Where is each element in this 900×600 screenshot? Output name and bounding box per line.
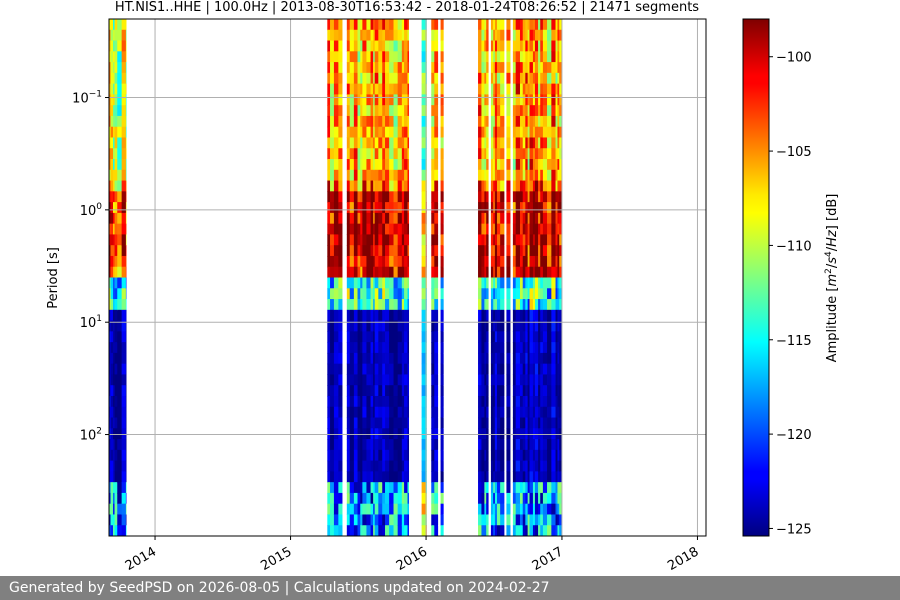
colorbar-tick-label: −105 (776, 145, 812, 160)
data-period-block (478, 19, 562, 536)
x-tick-label: 2014 (123, 544, 159, 574)
colorbar-tick-label: −115 (776, 334, 812, 349)
colorbar-tick-label: −100 (776, 51, 812, 66)
data-period-block (431, 19, 446, 536)
chart-title: HT.NIS1..HHE | 100.0Hz | 2013-08-30T16:5… (115, 0, 699, 15)
footer-bar: Generated by SeedPSD on 2026-08-05 | Cal… (0, 576, 900, 600)
data-period-block (109, 19, 127, 536)
colorbar-label: Amplitude [m2/s4/Hz] [dB] (824, 194, 840, 363)
colorbar-tick-label: −125 (776, 522, 812, 537)
psd-spectrogram-chart: HT.NIS1..HHE | 100.0Hz | 2013-08-30T16:5… (46, 0, 840, 574)
y-axis-label: Period [s] (46, 247, 61, 309)
data-period-block (327, 19, 410, 536)
x-axis-ticks: 2014 2015 2016 2017 2018 (123, 536, 701, 574)
colorbar-ticks: −100 −105 −110 −115 −120 −125 (769, 51, 812, 537)
colorbar-tick-label: −120 (776, 428, 812, 443)
x-tick-label: 2015 (258, 544, 294, 574)
x-tick-label: 2018 (665, 544, 701, 574)
y-axis-ticks: 10−1 100 101 102 (72, 90, 109, 444)
y-tick-label: 10−1 (72, 90, 102, 107)
y-tick-label: 100 (80, 202, 103, 219)
x-tick-label: 2017 (530, 544, 566, 574)
colorbar (742, 18, 770, 537)
y-tick-label: 101 (80, 314, 102, 331)
spectrogram-heatmap (109, 19, 562, 536)
y-tick-label: 102 (80, 427, 102, 444)
x-tick-label: 2016 (394, 544, 430, 574)
colorbar-tick-label: −110 (776, 239, 812, 254)
